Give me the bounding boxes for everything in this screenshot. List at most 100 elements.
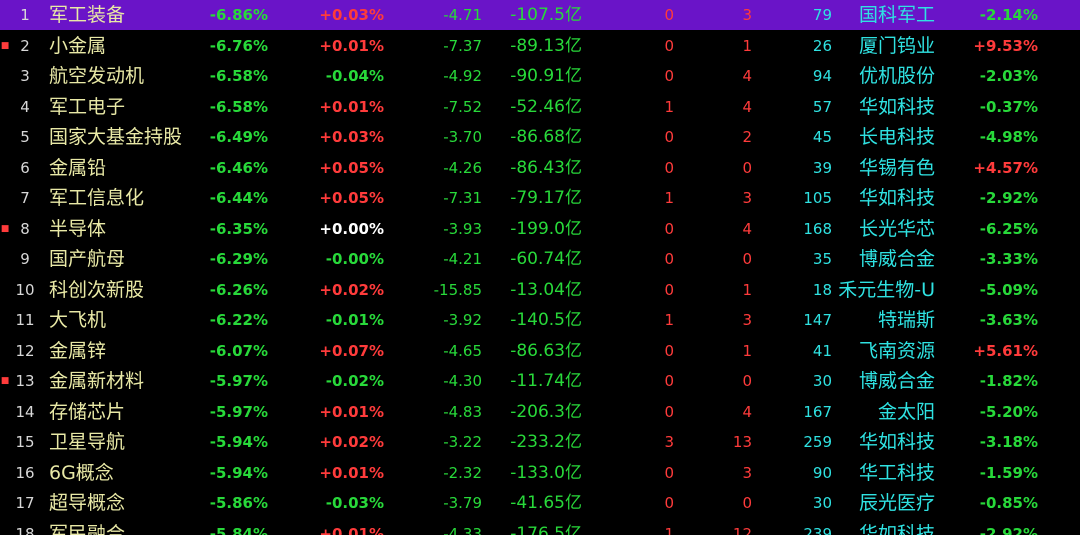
indicator-value: -3.79 (443, 494, 482, 512)
limit-down-count: 1 (742, 341, 752, 360)
row-marker-icon (0, 122, 10, 152)
indicator-value: -3.70 (443, 128, 482, 146)
leading-stock-change: -6.25% (979, 219, 1038, 238)
limit-up-count: 0 (664, 36, 674, 55)
leading-stock[interactable]: 长电科技 (835, 122, 935, 152)
leading-stock[interactable]: 华如科技 (835, 92, 935, 122)
limit-up-count: 1 (664, 189, 674, 207)
table-row[interactable]: ■ 2 小金属 -6.76% +0.01% -7.37 -89.13亿 0 1 … (0, 31, 1080, 61)
indicator-value: -4.30 (443, 372, 482, 390)
stock-count: 41 (812, 341, 832, 360)
leading-stock[interactable]: 华工科技 (835, 458, 935, 488)
table-row[interactable]: 1 军工装备 -6.86% +0.03% -4.71 -107.5亿 0 3 7… (0, 0, 1080, 30)
table-row[interactable]: 7 军工信息化 -6.44% +0.05% -7.31 -79.17亿 1 3 … (0, 183, 1080, 213)
row-index: 2 (20, 36, 30, 55)
leading-stock[interactable]: 国科军工 (835, 0, 935, 30)
row-marker-icon (0, 183, 10, 213)
speed-pct: +0.01% (319, 97, 384, 116)
leading-stock-change: -2.03% (979, 67, 1038, 85)
table-row[interactable]: 9 国产航母 -6.29% -0.00% -4.21 -60.74亿 0 0 3… (0, 244, 1080, 274)
leading-stock[interactable]: 金太阳 (835, 397, 935, 427)
stock-count: 90 (812, 463, 832, 482)
indicator-value: -7.31 (443, 189, 482, 207)
table-row[interactable]: 18 军民融合 -5.84% +0.01% -4.33 -176.5亿 1 12… (0, 519, 1080, 535)
row-marker-icon (0, 488, 10, 518)
limit-down-count: 4 (742, 219, 752, 238)
leading-stock[interactable]: 华锡有色 (835, 153, 935, 183)
table-row[interactable]: 6 金属铅 -6.46% +0.05% -4.26 -86.43亿 0 0 39… (0, 153, 1080, 183)
leading-stock[interactable]: 厦门钨业 (835, 31, 935, 61)
row-index: 12 (15, 341, 35, 360)
net-amount: -86.68亿 (510, 127, 582, 147)
limit-down-count: 13 (732, 433, 752, 451)
speed-pct: +0.02% (319, 433, 384, 451)
leading-stock-change: -3.33% (979, 250, 1038, 268)
change-pct: -6.26% (209, 280, 268, 299)
sector-name: 卫星导航 (49, 431, 126, 453)
leading-stock[interactable]: 博威合金 (835, 366, 935, 396)
change-pct: -6.76% (209, 36, 268, 55)
table-row[interactable]: 16 6G概念 -5.94% +0.01% -2.32 -133.0亿 0 3 … (0, 458, 1080, 488)
limit-up-count: 0 (664, 6, 674, 24)
row-index: 8 (20, 219, 30, 238)
limit-down-count: 2 (742, 128, 752, 146)
indicator-value: -4.33 (443, 524, 482, 535)
limit-up-count: 1 (664, 524, 674, 535)
table-row[interactable]: 10 科创次新股 -6.26% +0.02% -15.85 -13.04亿 0 … (0, 275, 1080, 305)
table-row[interactable]: 11 大飞机 -6.22% -0.01% -3.92 -140.5亿 1 3 1… (0, 305, 1080, 335)
row-index: 1 (20, 6, 30, 24)
net-amount: -79.17亿 (510, 188, 582, 208)
row-index: 11 (15, 311, 35, 329)
speed-pct: +0.07% (319, 341, 384, 360)
indicator-value: -4.92 (443, 67, 482, 85)
stock-count: 39 (812, 158, 832, 177)
leading-stock[interactable]: 优机股份 (835, 61, 935, 91)
change-pct: -6.49% (209, 128, 268, 146)
stock-count: 168 (803, 219, 832, 238)
leading-stock[interactable]: 华如科技 (835, 519, 935, 535)
table-row[interactable]: 3 航空发动机 -6.58% -0.04% -4.92 -90.91亿 0 4 … (0, 61, 1080, 91)
sector-name: 军工信息化 (49, 187, 145, 209)
table-row[interactable]: 14 存储芯片 -5.97% +0.01% -4.83 -206.3亿 0 4 … (0, 397, 1080, 427)
limit-down-count: 4 (742, 402, 752, 421)
row-marker-icon (0, 519, 10, 535)
leading-stock[interactable]: 辰光医疗 (835, 488, 935, 518)
change-pct: -6.07% (209, 341, 268, 360)
leading-stock[interactable]: 特瑞斯 (835, 305, 935, 335)
indicator-value: -15.85 (433, 280, 482, 299)
limit-down-count: 3 (742, 311, 752, 329)
table-row[interactable]: ■ 8 半导体 -6.35% +0.00% -3.93 -199.0亿 0 4 … (0, 214, 1080, 244)
leading-stock[interactable]: 华如科技 (835, 183, 935, 213)
sector-name: 存储芯片 (49, 400, 126, 423)
limit-up-count: 0 (664, 67, 674, 85)
sector-name: 金属锌 (49, 339, 107, 362)
net-amount: -107.5亿 (510, 5, 582, 25)
leading-stock[interactable]: 华如科技 (835, 427, 935, 457)
table-row[interactable]: ■ 13 金属新材料 -5.97% -0.02% -4.30 -11.74亿 0… (0, 366, 1080, 396)
table-row[interactable]: 4 军工电子 -6.58% +0.01% -7.52 -52.46亿 1 4 5… (0, 92, 1080, 122)
leading-stock[interactable]: 飞南资源 (835, 336, 935, 366)
table-row[interactable]: 15 卫星导航 -5.94% +0.02% -3.22 -233.2亿 3 13… (0, 427, 1080, 457)
limit-down-count: 4 (742, 67, 752, 85)
change-pct: -6.58% (209, 67, 268, 85)
net-amount: -233.2亿 (510, 432, 582, 452)
row-index: 18 (15, 524, 35, 535)
table-row[interactable]: 17 超导概念 -5.86% -0.03% -3.79 -41.65亿 0 0 … (0, 488, 1080, 518)
leading-stock[interactable]: 博威合金 (835, 244, 935, 274)
leading-stock-change: -3.63% (979, 311, 1038, 329)
sector-name: 超导概念 (49, 492, 126, 514)
table-row[interactable]: 5 国家大基金持股 -6.49% +0.03% -3.70 -86.68亿 0 … (0, 122, 1080, 152)
row-index: 16 (15, 463, 35, 482)
limit-down-count: 0 (742, 494, 752, 512)
speed-pct: +0.01% (319, 402, 384, 421)
table-row[interactable]: 12 金属锌 -6.07% +0.07% -4.65 -86.63亿 0 1 4… (0, 336, 1080, 366)
stock-count: 30 (812, 372, 832, 390)
change-pct: -6.86% (209, 6, 268, 24)
limit-up-count: 0 (664, 402, 674, 421)
change-pct: -6.29% (209, 250, 268, 268)
row-marker-icon (0, 305, 10, 335)
leading-stock[interactable]: 禾元生物-U (835, 275, 935, 305)
speed-pct: +0.02% (319, 280, 384, 299)
stock-count: 147 (803, 311, 832, 329)
leading-stock[interactable]: 长光华芯 (835, 214, 935, 244)
